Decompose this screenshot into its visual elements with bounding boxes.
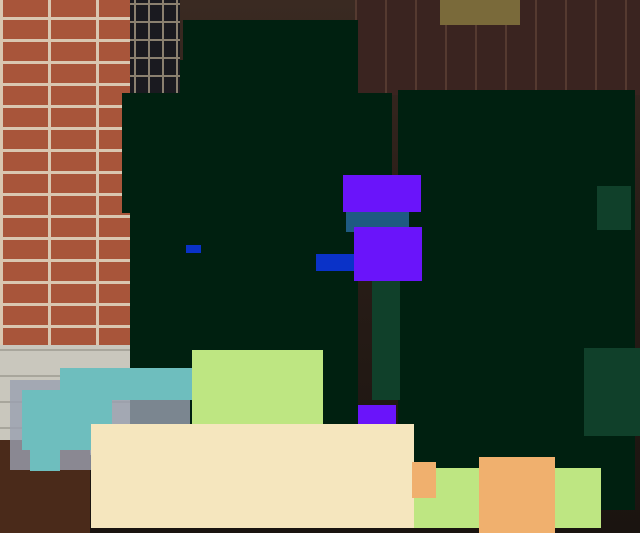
blue-mask bbox=[316, 254, 354, 271]
purple-mask bbox=[343, 175, 421, 212]
orange-mask bbox=[412, 462, 436, 498]
brick-pillar bbox=[0, 0, 130, 350]
light-green-mask bbox=[192, 350, 323, 430]
cream-mask bbox=[91, 424, 414, 528]
person-mask-right bbox=[398, 90, 635, 510]
cyan-mask bbox=[30, 445, 60, 471]
purple-mask bbox=[354, 227, 422, 281]
window bbox=[440, 0, 520, 25]
orange-mask bbox=[479, 457, 555, 533]
dark-teal-mask bbox=[584, 348, 640, 436]
dark-teal-mask bbox=[597, 186, 631, 230]
photo-scene bbox=[0, 0, 640, 533]
dark-teal-mask bbox=[372, 280, 400, 400]
purple-mask bbox=[358, 405, 396, 425]
blue-mask bbox=[186, 245, 201, 253]
person-mask-left bbox=[183, 20, 358, 100]
person-mask-left bbox=[180, 60, 190, 100]
